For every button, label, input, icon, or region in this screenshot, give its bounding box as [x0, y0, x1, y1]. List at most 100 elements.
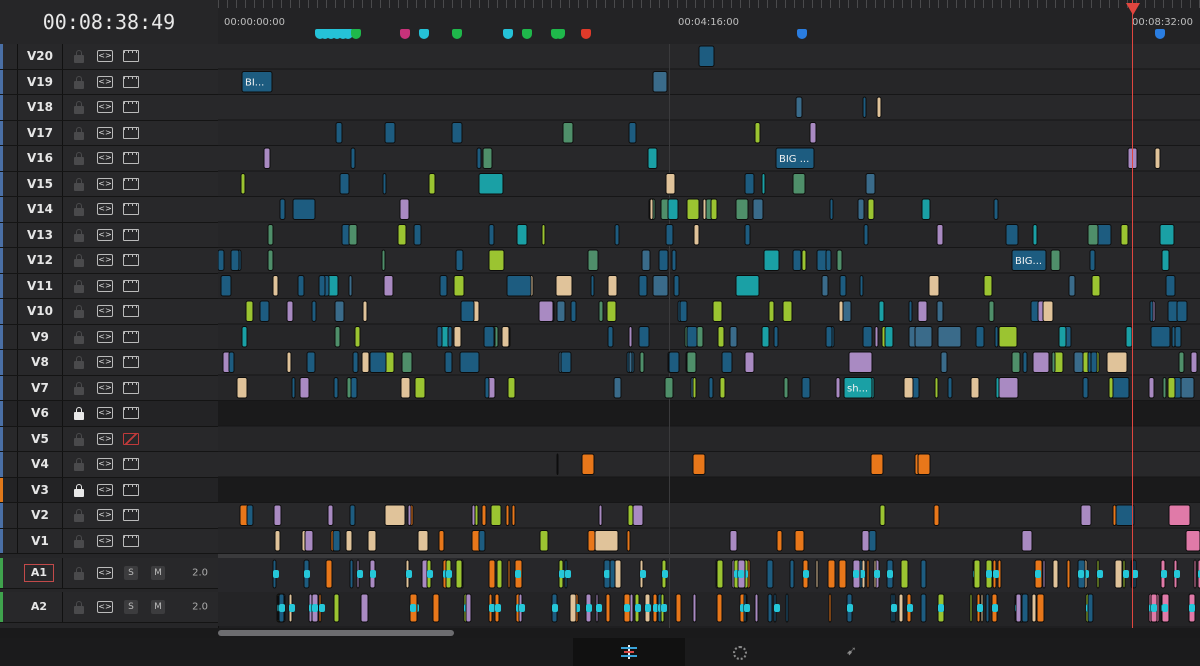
track-header-v1[interactable]: V1 <> [0, 528, 218, 554]
video-clip[interactable] [361, 351, 370, 373]
auto-select-icon[interactable]: <> [97, 330, 113, 343]
video-clip[interactable] [245, 300, 254, 322]
auto-select-icon[interactable]: <> [97, 203, 113, 216]
track-header-v8[interactable]: V8 <> [0, 350, 218, 376]
video-clip[interactable] [735, 275, 760, 297]
video-clip[interactable] [712, 300, 723, 322]
audio-clip[interactable] [900, 559, 909, 589]
timeline-ruler[interactable]: 00:00:00:00 00:04:16:00 00:08:32:00 [218, 0, 1200, 45]
audio-keyframe[interactable] [273, 570, 279, 578]
audio-keyframe[interactable] [1189, 604, 1195, 612]
audio-clip[interactable] [785, 593, 789, 623]
auto-select-icon[interactable]: <> [97, 279, 113, 292]
video-clip[interactable] [451, 122, 463, 144]
video-clip[interactable] [439, 275, 448, 297]
timeline-marker[interactable] [400, 29, 411, 39]
video-clip[interactable] [482, 147, 493, 169]
video-clip[interactable] [761, 173, 766, 195]
video-clip[interactable] [665, 224, 674, 246]
video-clip[interactable] [696, 326, 704, 348]
video-clip[interactable] [511, 504, 516, 526]
video-clip[interactable] [297, 275, 305, 297]
audio-clip[interactable] [815, 559, 819, 589]
audio-keyframe[interactable] [774, 604, 780, 612]
video-clip[interactable] [488, 224, 495, 246]
video-clip[interactable] [1089, 249, 1096, 271]
film-strip-icon[interactable] [123, 203, 139, 216]
audio-keyframe[interactable] [279, 604, 285, 612]
video-clip[interactable] [220, 275, 232, 297]
audio-keyframe[interactable] [319, 604, 325, 612]
video-clip[interactable] [783, 377, 789, 399]
lock-icon[interactable] [74, 126, 84, 140]
mute-button[interactable]: M [151, 566, 165, 580]
timeline-marker[interactable] [502, 29, 513, 39]
video-clip[interactable] [729, 530, 738, 552]
video-clip[interactable] [628, 326, 633, 348]
track-lane[interactable] [218, 503, 1200, 529]
audio-keyframe[interactable] [552, 604, 558, 612]
video-clip[interactable] [613, 377, 622, 399]
video-clip[interactable] [686, 351, 697, 373]
video-clip[interactable] [692, 453, 706, 475]
video-clip[interactable] [607, 326, 614, 348]
video-clip[interactable] [710, 198, 718, 220]
video-clip[interactable] [1108, 377, 1114, 399]
video-clip[interactable] [1050, 249, 1061, 271]
track-lane[interactable] [218, 273, 1200, 300]
video-clip[interactable] [1168, 504, 1191, 526]
timeline-marker[interactable] [522, 29, 533, 39]
audio-clip[interactable] [325, 559, 333, 589]
video-clip[interactable] [272, 275, 279, 297]
audio-keyframe[interactable] [410, 604, 416, 612]
video-clip[interactable] [274, 530, 281, 552]
video-clip[interactable] [686, 326, 698, 348]
film-strip-icon[interactable] [123, 279, 139, 292]
video-clip[interactable] [792, 173, 806, 195]
video-clip[interactable] [1185, 530, 1200, 552]
video-clip[interactable] [478, 173, 504, 195]
auto-select-icon[interactable]: <> [97, 50, 113, 63]
video-clip[interactable] [947, 377, 953, 399]
lock-icon[interactable] [74, 152, 84, 166]
video-clip[interactable] [673, 275, 680, 297]
video-clip[interactable] [679, 300, 688, 322]
track-lane[interactable] [218, 222, 1200, 249]
video-clip[interactable] [627, 504, 634, 526]
video-clip[interactable] [1042, 300, 1054, 322]
video-clip[interactable] [352, 351, 359, 373]
video-clip[interactable] [400, 377, 411, 399]
audio-clip[interactable] [754, 593, 759, 623]
video-clip[interactable] [988, 300, 995, 322]
video-clip[interactable] [241, 326, 248, 348]
audio-keyframe[interactable] [489, 604, 495, 612]
video-clip[interactable] [975, 326, 985, 348]
lock-icon[interactable] [74, 458, 84, 472]
track-lane[interactable] [218, 528, 1200, 555]
auto-select-icon[interactable]: <> [97, 126, 113, 139]
audio-keyframe[interactable] [312, 604, 318, 612]
audio-keyframe[interactable] [874, 570, 880, 578]
video-clip[interactable] [382, 173, 387, 195]
film-strip-icon[interactable] [123, 432, 139, 445]
video-clip[interactable] [286, 300, 294, 322]
auto-select-icon[interactable]: <> [97, 381, 113, 394]
lock-icon[interactable] [74, 381, 84, 395]
video-clip[interactable] [1032, 224, 1038, 246]
audio-keyframe[interactable] [645, 604, 651, 612]
audio-clip[interactable] [1031, 593, 1037, 623]
audio-keyframe[interactable] [565, 570, 571, 578]
auto-select-icon[interactable]: <> [97, 305, 113, 318]
video-clip[interactable] [570, 300, 577, 322]
video-clip[interactable] [862, 96, 867, 118]
video-clip[interactable] [614, 224, 620, 246]
video-clip[interactable] [652, 275, 669, 297]
video-clip[interactable] [299, 377, 310, 399]
video-clip[interactable] [447, 326, 453, 348]
video-clip[interactable] [825, 249, 832, 271]
audio-keyframe[interactable] [559, 570, 565, 578]
audio-keyframe[interactable] [1161, 570, 1167, 578]
track-header-v18[interactable]: V18 <> [0, 95, 218, 121]
video-clip[interactable] [1165, 275, 1176, 297]
video-clip[interactable] [870, 453, 884, 475]
